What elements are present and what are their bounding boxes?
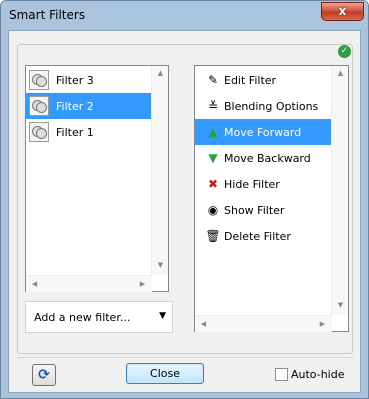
hide-filter-icon: ✖ [207,177,219,191]
scroll-right-arrow-icon[interactable]: ▶ [134,280,151,288]
scroll-up-arrow-icon[interactable]: ▲ [152,69,169,77]
scroll-left-arrow-icon[interactable]: ◀ [26,280,43,288]
action-label: Move Forward [224,125,302,139]
add-filter-dropdown[interactable]: Add a new filter... ▼ [25,301,173,333]
action-label: Move Backward [224,151,311,165]
scroll-down-arrow-icon[interactable]: ▼ [152,261,169,269]
filter-thumbnail-icon [29,70,49,90]
action-label: Delete Filter [224,229,291,243]
filter-actions-list[interactable]: ✎ Edit Filter ≚ Blending Options ▲ Move Forwa… [194,65,349,332]
filter-thumbnail-icon [29,96,49,116]
filter-list-horizontal-scrollbar[interactable]: ◀ ▶ [26,275,152,292]
autohide-checkbox[interactable]: Auto-hide [275,368,345,381]
scroll-left-arrow-icon[interactable]: ◀ [195,320,212,328]
close-button[interactable]: Close [126,363,204,384]
close-icon: x [338,4,347,18]
footer-divider [17,357,353,358]
actions-horizontal-scrollbar[interactable]: ◀ ▶ [195,315,332,332]
window-close-button[interactable]: x [321,2,364,21]
action-delete-filter[interactable]: 🗑 Delete Filter [195,223,332,249]
trash-icon: 🗑 [205,229,221,243]
filter-list-item[interactable]: Filter 2 [26,93,152,119]
refresh-icon: ⟳ [38,367,50,383]
filter-label: Filter 2 [56,99,94,113]
filter-list-item[interactable]: Filter 3 [26,67,152,93]
filter-list-item[interactable]: Filter 1 [26,119,152,145]
action-show-filter[interactable]: ◉ Show Filter [195,197,332,223]
action-blending-options[interactable]: ≚ Blending Options [195,93,332,119]
autohide-label: Auto-hide [291,368,345,381]
scroll-up-arrow-icon[interactable]: ▲ [332,69,349,77]
actions-vertical-scrollbar[interactable]: ▲ ▼ [331,66,348,315]
filter-list[interactable]: Filter 3 Filter 2 Filter 1 ▲ ▼ ◀ ▶ [25,65,169,292]
action-edit-filter[interactable]: ✎ Edit Filter [195,67,332,93]
filter-list-vertical-scrollbar[interactable]: ▲ ▼ [151,66,168,275]
add-filter-label: Add a new filter... [34,310,131,324]
filter-label: Filter 1 [56,125,94,139]
action-label: Edit Filter [224,73,277,87]
title-bar: Smart Filters x [1,1,368,31]
move-forward-icon: ▲ [208,125,218,139]
action-label: Blending Options [224,99,319,113]
eye-icon: ◉ [207,203,219,217]
scroll-right-arrow-icon[interactable]: ▶ [314,320,331,328]
action-label: Hide Filter [224,177,280,191]
filter-thumbnail-icon [29,122,49,142]
filter-label: Filter 3 [56,73,94,87]
blend-options-icon: ≚ [207,99,219,113]
smart-filters-window: Smart Filters x ✓ Filter 3 Filter 2 Filter… [0,0,369,399]
action-move-forward[interactable]: ▲ Move Forward [195,119,332,145]
window-title: Smart Filters [9,8,86,22]
checkbox-box[interactable] [275,368,288,381]
move-backward-icon: ▼ [208,151,218,165]
action-label: Show Filter [224,203,285,217]
action-move-backward[interactable]: ▼ Move Backward [195,145,332,171]
dialog-client-area: ✓ Filter 3 Filter 2 Filter 1 ▲ ▼ ◀ ▶ ✎ Edit… [8,30,361,393]
scroll-down-arrow-icon[interactable]: ▼ [332,301,349,309]
chevron-down-icon: ▼ [159,311,166,321]
refresh-button[interactable]: ⟳ [32,364,56,386]
check-circle-icon: ✓ [338,45,351,58]
brush-icon: ✎ [207,73,219,87]
action-hide-filter[interactable]: ✖ Hide Filter [195,171,332,197]
